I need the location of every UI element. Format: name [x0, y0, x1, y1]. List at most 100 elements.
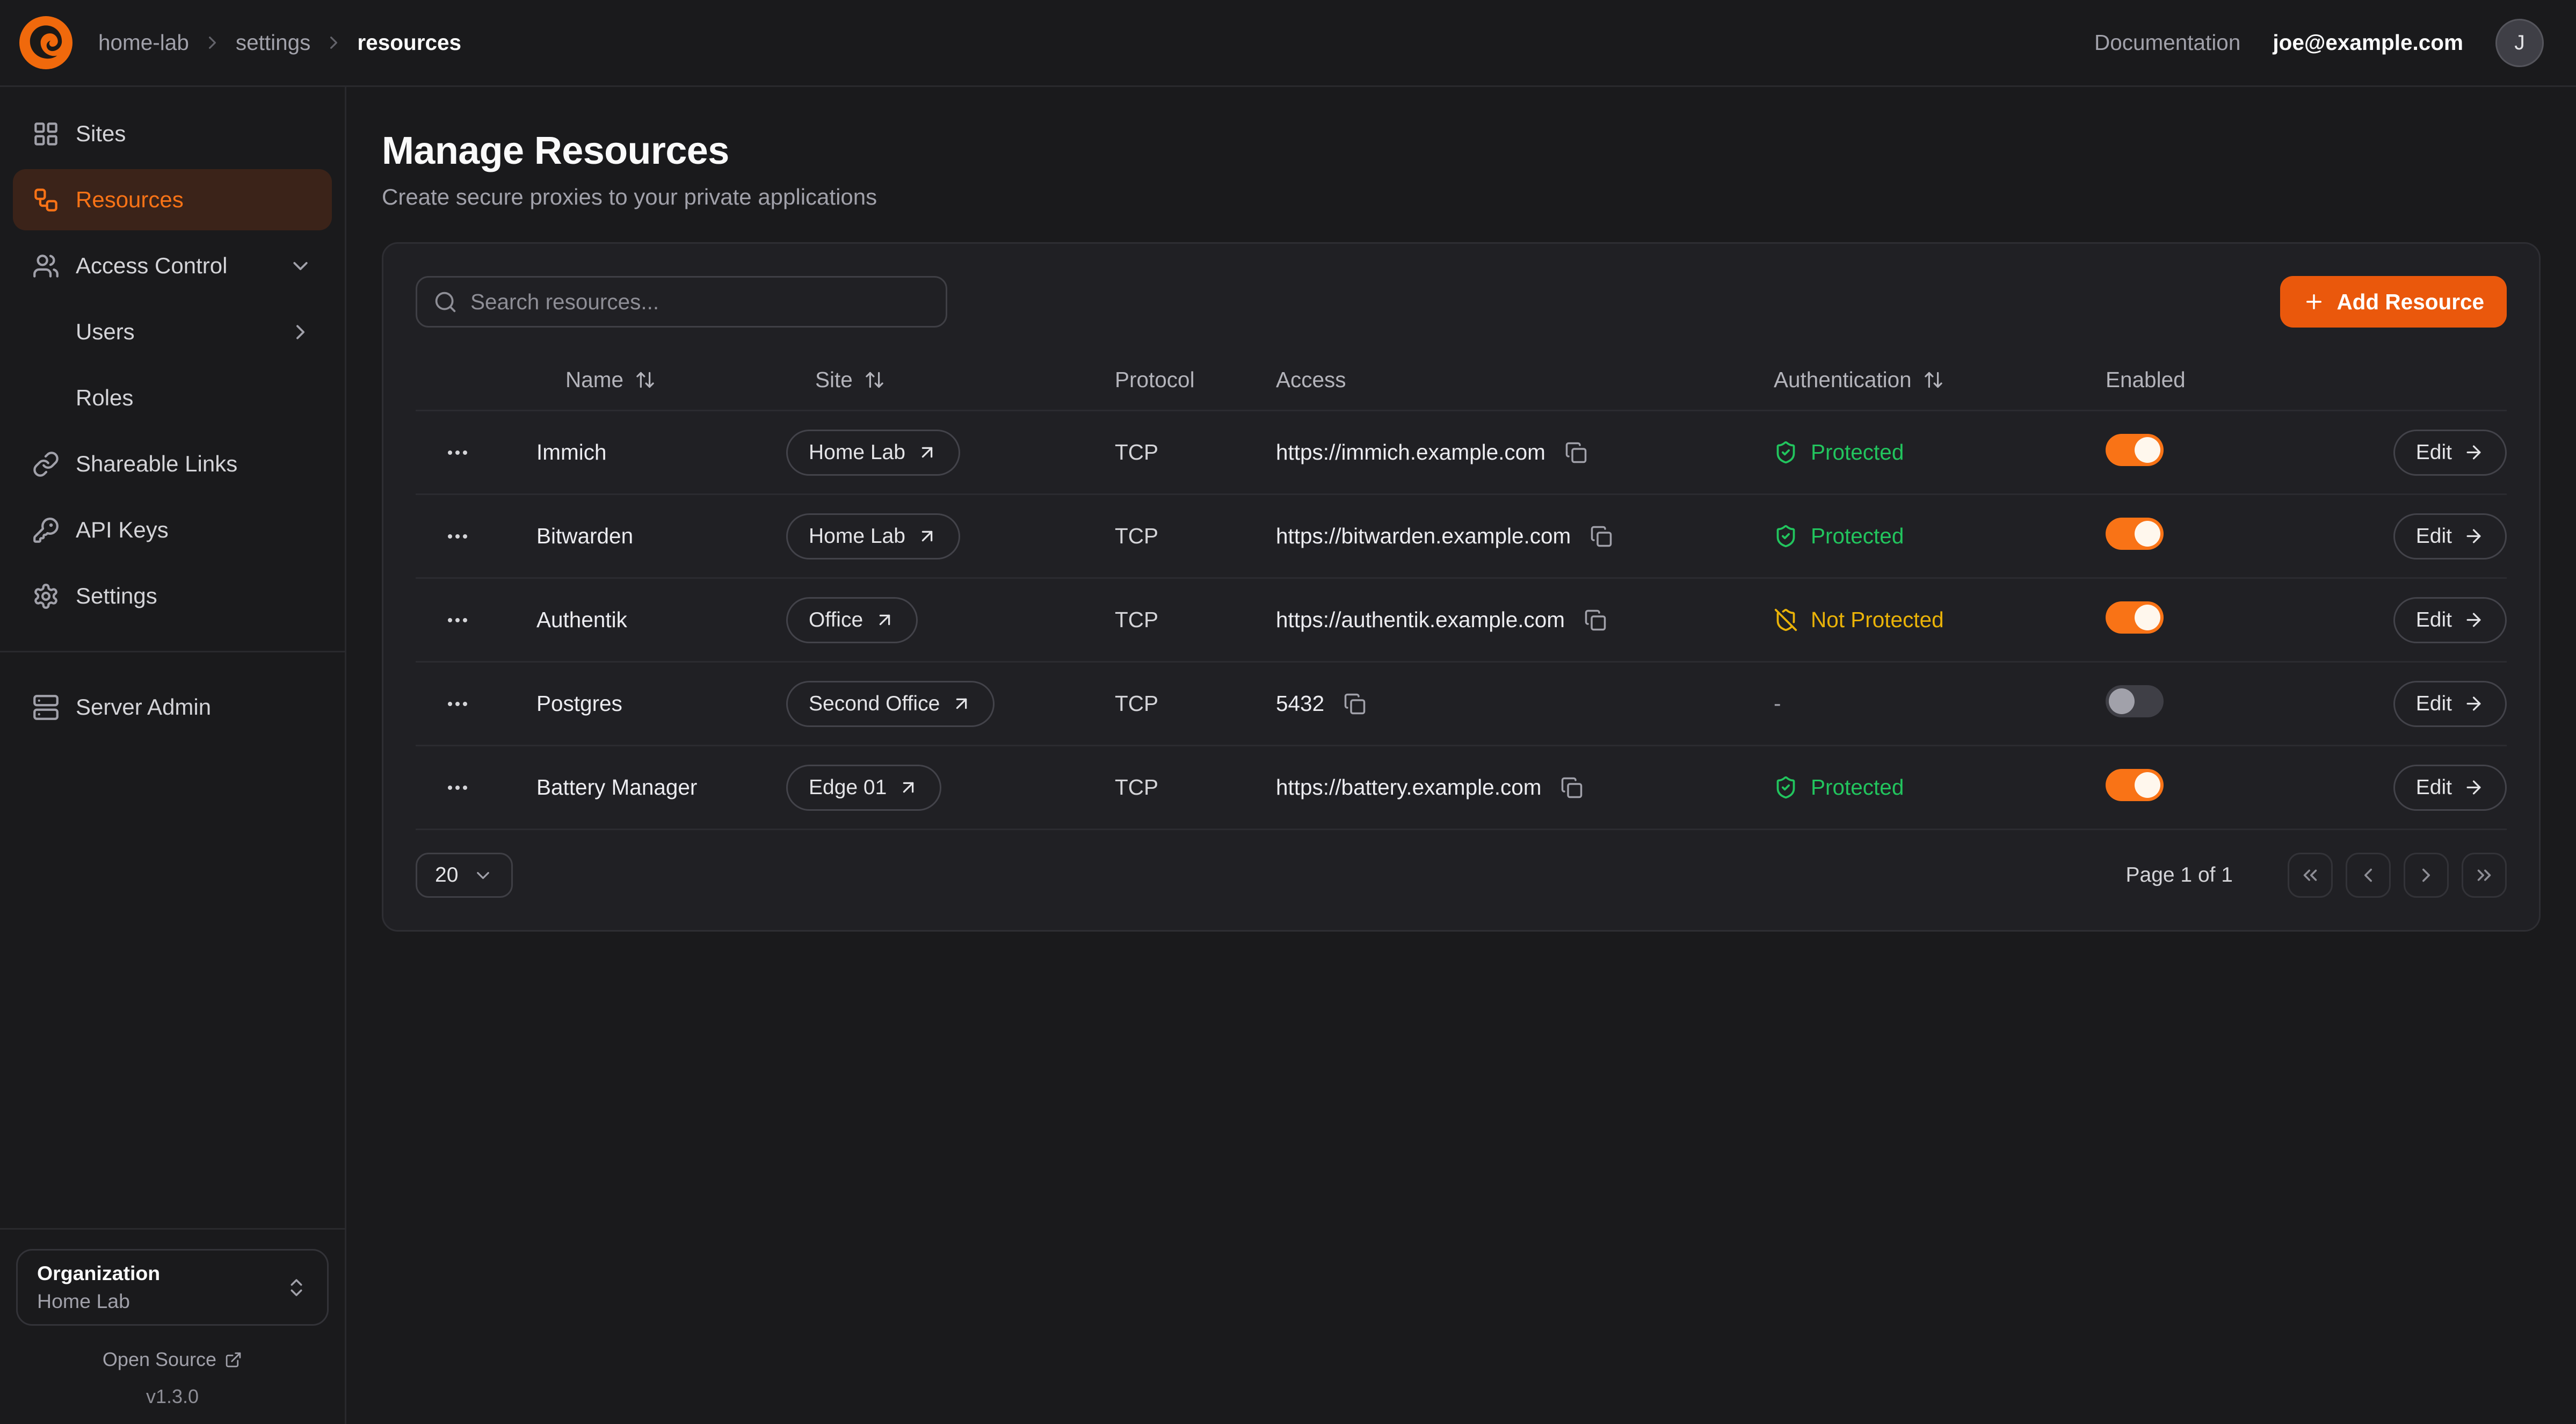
row-menu-button[interactable] [438, 768, 477, 807]
open-source-link[interactable]: Open Source [13, 1348, 332, 1371]
sidebar-item-settings[interactable]: Settings [13, 565, 332, 627]
sidebar-item-label: Settings [76, 583, 157, 609]
copy-button[interactable] [1340, 689, 1369, 718]
enabled-toggle[interactable] [2106, 769, 2164, 801]
copy-button[interactable] [1562, 438, 1591, 467]
sidebar-item-resources[interactable]: Resources [13, 169, 332, 230]
sidebar-item-label: Users [76, 319, 135, 345]
enabled-toggle[interactable] [2106, 601, 2164, 634]
next-page-button[interactable] [2404, 853, 2449, 898]
edit-button[interactable]: Edit [2393, 430, 2507, 476]
first-page-button[interactable] [2288, 853, 2333, 898]
add-resource-label: Add Resource [2336, 289, 2484, 315]
copy-button[interactable] [1557, 773, 1586, 802]
table-row: Immich Home Lab TCP https://immich.examp… [416, 411, 2507, 495]
main-content: Manage Resources Create secure proxies t… [346, 87, 2576, 1424]
shield-check-icon [1774, 775, 1798, 800]
chevrons-right-icon [2473, 864, 2495, 887]
page-size-value: 20 [435, 863, 458, 887]
sidebar-nav: Sites Resources Access Control Users [13, 103, 332, 738]
sidebar-item-roles[interactable]: Roles [13, 367, 332, 428]
breadcrumb-settings[interactable]: settings [236, 30, 311, 55]
chevron-right-icon [202, 32, 223, 53]
sidebar-item-label: Server Admin [76, 694, 211, 720]
copy-icon [1590, 525, 1613, 548]
site-link[interactable]: Home Lab [786, 513, 960, 560]
user-email[interactable]: joe@example.com [2273, 30, 2463, 55]
edit-button[interactable]: Edit [2393, 681, 2507, 727]
documentation-link[interactable]: Documentation [2094, 30, 2240, 55]
sidebar-item-sites[interactable]: Sites [13, 103, 332, 164]
org-switcher-value: Home Lab [37, 1290, 160, 1313]
sidebar-item-api-keys[interactable]: API Keys [13, 499, 332, 561]
copy-button[interactable] [1581, 606, 1610, 635]
protocol: TCP [1115, 691, 1276, 716]
search-input[interactable] [416, 276, 947, 328]
site-link[interactable]: Home Lab [786, 430, 960, 476]
gear-icon [32, 583, 60, 610]
row-menu-button[interactable] [438, 433, 477, 472]
workflow-icon [32, 186, 60, 214]
search-box [416, 276, 947, 328]
page-title: Manage Resources [382, 129, 2541, 173]
chevrons-left-icon [2299, 864, 2321, 887]
sidebar-item-shareable-links[interactable]: Shareable Links [13, 433, 332, 495]
header-site[interactable]: Site [786, 367, 1115, 393]
sidebar-item-server-admin[interactable]: Server Admin [13, 677, 332, 738]
site-link[interactable]: Office [786, 597, 918, 643]
sidebar: Sites Resources Access Control Users [0, 87, 346, 1424]
row-menu-button[interactable] [438, 601, 477, 640]
arrow-right-icon [2463, 526, 2484, 547]
copy-button[interactable] [1587, 522, 1616, 551]
header-name[interactable]: Name [536, 367, 786, 393]
edit-button[interactable]: Edit [2393, 597, 2507, 643]
toggle-knob [2135, 437, 2160, 463]
sidebar-item-label: Roles [76, 385, 133, 411]
ellipsis-icon [445, 691, 470, 717]
site-link[interactable]: Edge 01 [786, 765, 941, 811]
site-name: Home Lab [809, 441, 905, 464]
open-source-label: Open Source [103, 1348, 216, 1371]
arrow-up-right-icon [874, 609, 895, 630]
edit-button[interactable]: Edit [2393, 513, 2507, 560]
copy-icon [1584, 609, 1607, 631]
row-menu-button[interactable] [438, 685, 477, 723]
chevron-down-icon [288, 254, 313, 278]
edit-button[interactable]: Edit [2393, 765, 2507, 811]
edit-label: Edit [2416, 608, 2452, 632]
pangolin-logo-icon[interactable] [19, 16, 72, 69]
version-label: v1.3.0 [13, 1385, 332, 1408]
breadcrumb-resources: resources [357, 30, 461, 55]
protocol: TCP [1115, 524, 1276, 549]
row-menu-button[interactable] [438, 517, 477, 556]
card-footer: 20 Page 1 of 1 [416, 853, 2507, 898]
enabled-toggle[interactable] [2106, 685, 2164, 717]
external-link-icon [224, 1351, 242, 1369]
site-name: Second Office [809, 692, 940, 716]
server-icon [32, 694, 60, 721]
enabled-toggle[interactable] [2106, 434, 2164, 466]
table-row: Battery Manager Edge 01 TCP https://batt… [416, 746, 2507, 830]
toggle-knob [2135, 772, 2160, 798]
page-size-select[interactable]: 20 [416, 853, 513, 898]
auth-status-badge: Protected [1774, 524, 2106, 549]
add-resource-button[interactable]: Add Resource [2280, 276, 2507, 328]
avatar[interactable]: J [2495, 19, 2544, 67]
prev-page-button[interactable] [2346, 853, 2391, 898]
last-page-button[interactable] [2462, 853, 2507, 898]
arrow-up-right-icon [917, 526, 938, 547]
site-link[interactable]: Second Office [786, 681, 995, 727]
sidebar-item-access-control[interactable]: Access Control [13, 235, 332, 296]
org-switcher[interactable]: Organization Home Lab [16, 1249, 329, 1326]
site-name: Edge 01 [809, 776, 887, 800]
breadcrumb-home-lab[interactable]: home-lab [98, 30, 189, 55]
header-protocol: Protocol [1115, 367, 1276, 393]
table-row: Bitwarden Home Lab TCP https://bitwarden… [416, 495, 2507, 579]
header-authentication[interactable]: Authentication [1774, 367, 2106, 393]
auth-status-badge: Not Protected [1774, 607, 2106, 633]
copy-icon [1344, 693, 1366, 715]
sidebar-item-users[interactable]: Users [13, 301, 332, 362]
shield-off-icon [1774, 608, 1798, 632]
resource-name: Authentik [536, 607, 786, 633]
enabled-toggle[interactable] [2106, 518, 2164, 550]
